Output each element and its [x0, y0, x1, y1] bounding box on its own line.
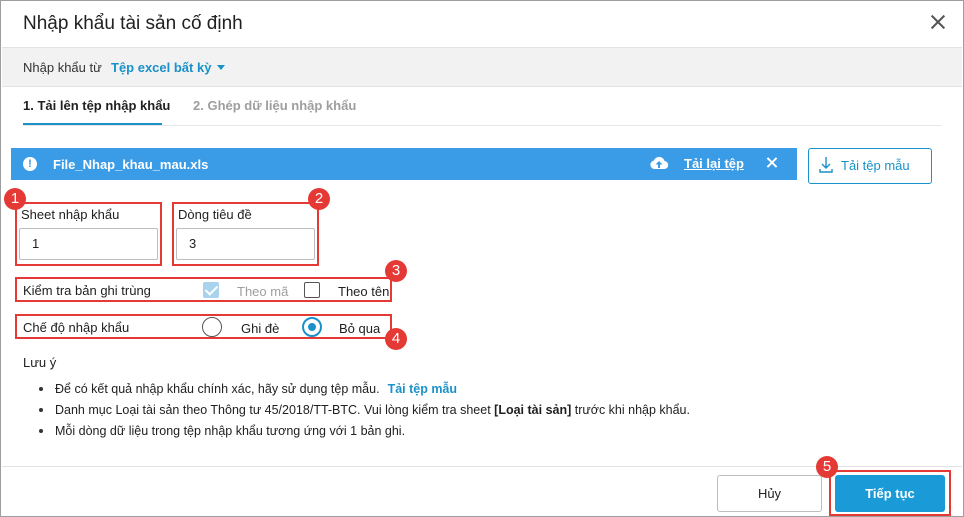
import-source-dropdown[interactable]: Tệp excel bất kỳ: [111, 60, 226, 75]
import-source-label: Nhập khẩu từ: [23, 60, 102, 75]
sheet-input[interactable]: 1: [19, 228, 158, 260]
note-text: Để có kết quả nhập khẩu chính xác, hãy s…: [55, 382, 380, 396]
checkbox-by-code[interactable]: [203, 282, 219, 298]
by-name-label: Theo tên: [338, 284, 390, 299]
tab-upload-file[interactable]: 1. Tải lên tệp nhập khẩu: [23, 98, 170, 113]
dialog-title: Nhập khẩu tài sản cố định: [23, 13, 243, 34]
skip-label: Bỏ qua: [339, 321, 381, 336]
sheet-label: Sheet nhập khẩu: [21, 207, 120, 222]
next-button[interactable]: Tiếp tục: [835, 475, 945, 512]
step-badge-5: 5: [816, 456, 838, 478]
note-text: Mỗi dòng dữ liệu trong tệp nhập khẩu tươ…: [55, 424, 406, 438]
tab-map-data[interactable]: 2. Ghép dữ liệu nhập khẩu: [193, 98, 356, 113]
cloud-upload-icon: [650, 156, 669, 170]
step-badge-4: 4: [385, 328, 407, 350]
cancel-button[interactable]: Hủy: [717, 475, 822, 512]
list-item: Danh mục Loại tài sản theo Thông tư 45/2…: [39, 402, 690, 423]
file-name: File_Nhap_khau_mau.xls: [53, 157, 209, 172]
uploaded-file-bar: ! File_Nhap_khau_mau.xls Tải lại tệp: [11, 148, 797, 180]
step-badge-2: 2: [308, 188, 330, 210]
notes-list: Để có kết quả nhập khẩu chính xác, hãy s…: [39, 381, 690, 444]
import-source-value: Tệp excel bất kỳ: [111, 60, 212, 75]
radio-skip[interactable]: [302, 317, 322, 337]
download-template-button[interactable]: Tải tệp mẫu: [808, 148, 932, 184]
by-code-label: Theo mã: [237, 284, 289, 299]
note-text: trước khi nhập khẩu.: [571, 403, 690, 417]
note-text: Danh mục Loại tài sản theo Thông tư 45/2…: [55, 403, 495, 417]
info-icon: !: [23, 157, 37, 171]
tab-divider: [23, 125, 941, 126]
header-row-label: Dòng tiêu đề: [178, 207, 252, 222]
download-template-link[interactable]: Tải tệp mẫu: [388, 382, 457, 396]
checkbox-by-name[interactable]: [304, 282, 320, 298]
import-mode-label: Chế độ nhập khẩu: [23, 320, 130, 335]
download-icon: [819, 157, 833, 173]
radio-overwrite[interactable]: [202, 317, 222, 337]
remove-file-icon[interactable]: [765, 156, 779, 170]
caret-down-icon: [217, 65, 226, 70]
close-icon[interactable]: [927, 11, 949, 33]
step-badge-3: 3: [385, 260, 407, 282]
reupload-link[interactable]: Tải lại tệp: [684, 156, 744, 171]
download-template-label: Tải tệp mẫu: [841, 158, 910, 173]
notes-title: Lưu ý: [23, 355, 57, 370]
import-source-bar: Nhập khẩu từ Tệp excel bất kỳ: [2, 47, 962, 87]
overwrite-label: Ghi đè: [241, 321, 280, 336]
list-item: Mỗi dòng dữ liệu trong tệp nhập khẩu tươ…: [39, 423, 690, 444]
duplicate-check-label: Kiểm tra bản ghi trùng: [23, 283, 151, 298]
header-row-input[interactable]: 3: [176, 228, 315, 260]
import-dialog: Nhập khẩu tài sản cố định Nhập khẩu từ T…: [0, 0, 964, 517]
note-sheet-name: [Loại tài sản]: [494, 403, 572, 417]
list-item: Để có kết quả nhập khẩu chính xác, hãy s…: [39, 381, 690, 402]
